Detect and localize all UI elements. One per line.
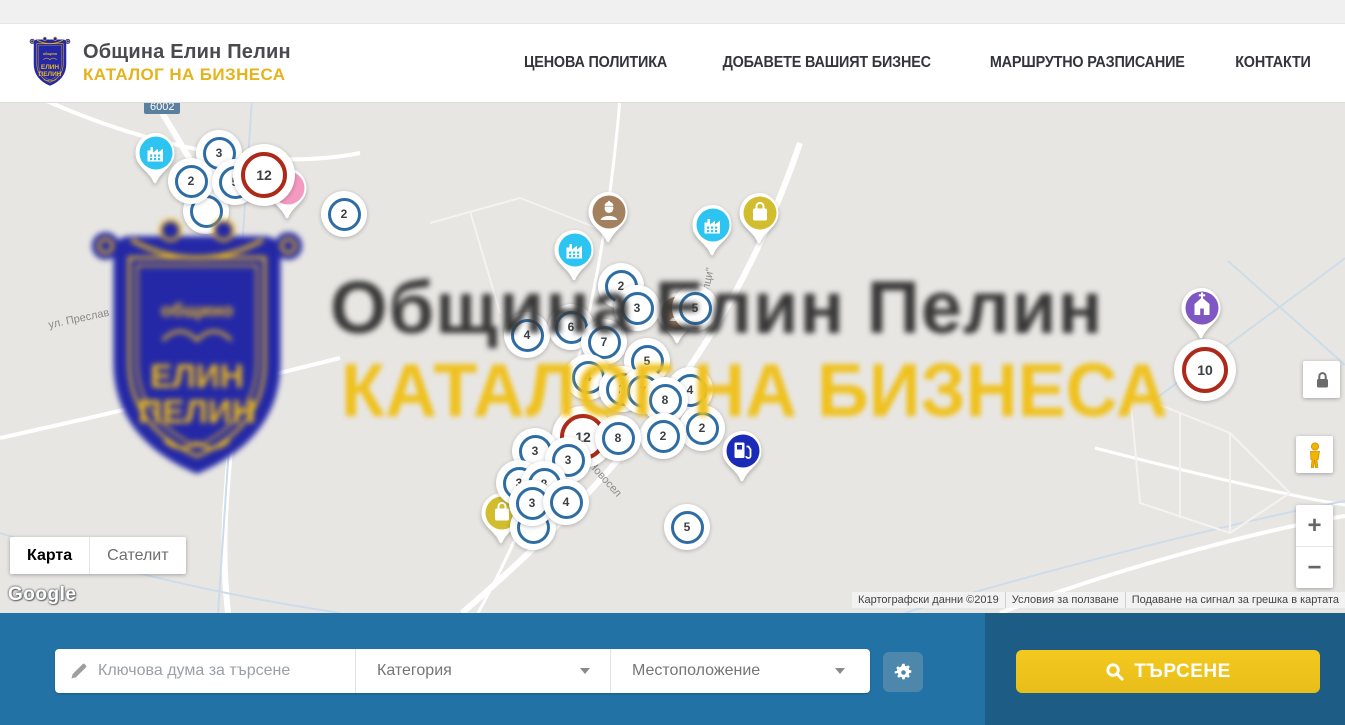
- map-cluster-marker[interactable]: 4: [543, 479, 589, 525]
- map-attribution: Картографски данни ©2019 Условия за полз…: [852, 592, 1345, 608]
- map-pin-marker-factory[interactable]: [552, 229, 598, 286]
- top-strip: [0, 0, 1345, 24]
- search-button-label: ТЪРСЕНЕ: [1134, 661, 1231, 683]
- map-type-satellite-button[interactable]: Сателит: [89, 537, 185, 574]
- attribution-map-data: Картографски данни ©2019: [852, 592, 1005, 608]
- map-cluster-marker[interactable]: 2: [168, 158, 214, 204]
- attribution-report-error-link[interactable]: Подаване на сигнал за грешка в картата: [1125, 592, 1345, 608]
- google-logo[interactable]: Google: [8, 584, 76, 606]
- main-nav: ЦЕНОВА ПОЛИТИКА ДОБАВЕТЕ ВАШИЯТ БИЗНЕС М…: [516, 54, 1317, 72]
- google-map[interactable]: 6002 ул. Преслав лци" бул. „Новосел: [0, 103, 1345, 613]
- brand[interactable]: общино ЕЛИН ПЕЛИН Община Елин Пелин КАТА…: [28, 34, 291, 92]
- nav-route-schedule[interactable]: МАРШРУТНО РАЗПИСАНИЕ: [989, 54, 1184, 72]
- search-bar: Категория Местоположение: [55, 649, 870, 693]
- site-title: Община Елин Пелин: [83, 41, 291, 64]
- map-cluster-marker[interactable]: 5: [664, 504, 710, 550]
- location-select[interactable]: Местоположение: [610, 649, 865, 693]
- search-icon: [1105, 662, 1124, 681]
- category-select-label: Категория: [370, 662, 452, 680]
- zoom-in-button[interactable]: +: [1296, 505, 1333, 547]
- header: общино ЕЛИН ПЕЛИН Община Елин Пелин КАТА…: [0, 24, 1345, 103]
- category-select[interactable]: Категория: [355, 649, 610, 693]
- keyword-field-wrap: [55, 649, 355, 693]
- zoom-control: + −: [1296, 505, 1333, 588]
- gear-icon: [893, 662, 914, 683]
- pencil-icon: [69, 661, 89, 681]
- street-view-pegman-button[interactable]: [1296, 436, 1333, 473]
- map-cluster-marker[interactable]: 2: [679, 405, 725, 451]
- map-pin-marker-fuel[interactable]: [720, 430, 766, 487]
- nav-contacts[interactable]: КОНТАКТИ: [1235, 54, 1311, 72]
- map-pin-marker-church[interactable]: [1179, 287, 1225, 344]
- site-subtitle: КАТАЛОГ НА БИЗНЕСА: [83, 65, 291, 85]
- keyword-search-input[interactable]: [98, 662, 341, 680]
- map-cluster-marker[interactable]: 4: [504, 312, 550, 358]
- map-cluster-marker[interactable]: 2: [640, 413, 686, 459]
- map-cluster-marker[interactable]: 2: [321, 191, 367, 237]
- nav-add-your-business[interactable]: ДОБАВЕТЕ ВАШИЯТ БИЗНЕС: [723, 54, 931, 72]
- markers-layer: 32512223564754274822128333834510: [0, 103, 1345, 613]
- attribution-terms-link[interactable]: Условия за ползване: [1005, 592, 1125, 608]
- chevron-down-icon: [835, 668, 845, 674]
- map-cluster-marker[interactable]: 10: [1174, 339, 1236, 401]
- map-cluster-marker[interactable]: 8: [595, 415, 641, 461]
- zoom-out-button[interactable]: −: [1296, 547, 1333, 588]
- search-footer: Категория Местоположение ТЪРСЕНЕ: [0, 613, 1345, 725]
- map-cluster-marker[interactable]: 3: [614, 285, 660, 331]
- lock-icon: [1310, 368, 1334, 392]
- svg-text:ПЕЛИН: ПЕЛИН: [39, 71, 62, 78]
- pegman-icon: [1303, 441, 1327, 469]
- map-cluster-marker[interactable]: 5: [672, 285, 718, 331]
- map-type-control: Карта Сателит: [10, 537, 186, 574]
- advanced-search-settings-button[interactable]: [883, 652, 923, 692]
- search-submit-button[interactable]: ТЪРСЕНЕ: [1016, 650, 1320, 693]
- location-select-label: Местоположение: [625, 662, 760, 680]
- map-type-map-button[interactable]: Карта: [10, 537, 89, 574]
- svg-text:общино: общино: [43, 52, 58, 56]
- map-cluster-marker[interactable]: 12: [233, 144, 295, 206]
- svg-text:ЕЛИН: ЕЛИН: [41, 64, 60, 71]
- map-pin-marker-factory[interactable]: [690, 204, 736, 261]
- municipality-crest-logo: общино ЕЛИН ПЕЛИН: [28, 34, 72, 92]
- map-pin-marker-bag[interactable]: [737, 192, 783, 249]
- lock-button[interactable]: [1303, 361, 1340, 398]
- chevron-down-icon: [580, 668, 590, 674]
- nav-pricing-policy[interactable]: ЦЕНОВА ПОЛИТИКА: [524, 54, 667, 72]
